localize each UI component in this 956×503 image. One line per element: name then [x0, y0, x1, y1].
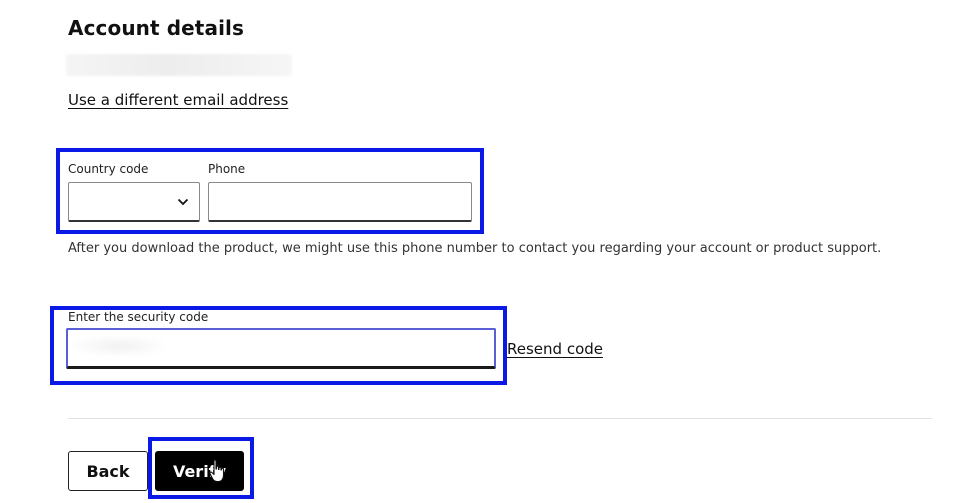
- phone-help-text: After you download the product, we might…: [68, 241, 882, 256]
- divider: [68, 418, 932, 419]
- use-different-email-link[interactable]: Use a different email address: [68, 91, 288, 109]
- verify-highlight-box: [148, 437, 254, 499]
- email-address-redacted: [66, 54, 292, 76]
- page-title: Account details: [68, 16, 244, 40]
- account-details-page: Account details Use a different email ad…: [0, 0, 956, 503]
- resend-code-link[interactable]: Resend code: [507, 340, 603, 358]
- back-button[interactable]: Back: [68, 451, 148, 491]
- phone-highlight-box: [56, 148, 484, 234]
- hand-pointer-icon: [209, 459, 225, 483]
- security-code-highlight-box: [50, 306, 507, 385]
